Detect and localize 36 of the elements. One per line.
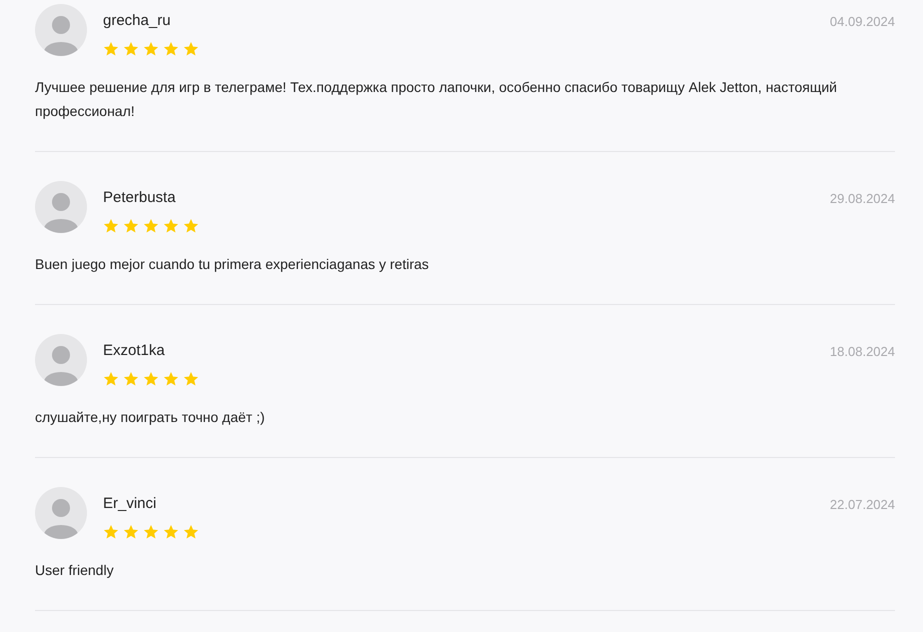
review-text: Buen juego mejor cuando tu primera experienciaganas y retiras xyxy=(35,255,430,274)
star-icon xyxy=(143,371,159,387)
avatar-icon xyxy=(35,181,87,233)
review-text: User friendly xyxy=(35,561,115,580)
star-icon xyxy=(143,41,159,57)
author-name: grecha_ru xyxy=(103,11,171,31)
review-date: 22.07.2024 xyxy=(830,496,895,514)
star-icon xyxy=(103,371,119,387)
star-icon xyxy=(123,371,139,387)
star-icon xyxy=(163,371,179,387)
star-icon xyxy=(183,371,199,387)
review-date: 04.09.2024 xyxy=(830,13,895,31)
star-icon xyxy=(123,218,139,234)
star-icon xyxy=(143,524,159,540)
star-icon xyxy=(183,41,199,57)
author-name: Exzot1ka xyxy=(103,341,165,361)
review-text: слушайте,ну поиграть точно даёт ;) xyxy=(35,408,266,427)
avatar-icon xyxy=(35,487,87,539)
star-icon xyxy=(103,218,119,234)
star-icon xyxy=(123,41,139,57)
star-icon xyxy=(163,524,179,540)
star-icon xyxy=(103,524,119,540)
author-name: Er_vinci xyxy=(103,494,156,514)
star-icon xyxy=(183,524,199,540)
avatar-icon xyxy=(35,334,87,386)
avatar-icon xyxy=(35,4,87,56)
review-text: Лучшее решение для игр в телеграме! Тех.поддержка просто лапочки, особенно спасибо товарищу Alek Jetton, настоящий профессионал! xyxy=(35,78,838,121)
star-icon xyxy=(163,218,179,234)
author-name: Peterbusta xyxy=(103,188,176,208)
star-icon xyxy=(103,41,119,57)
review-date: 18.08.2024 xyxy=(830,343,895,361)
star-icon xyxy=(183,218,199,234)
star-icon xyxy=(143,218,159,234)
review-date: 29.08.2024 xyxy=(830,190,895,208)
star-icon xyxy=(163,41,179,57)
star-icon xyxy=(123,524,139,540)
